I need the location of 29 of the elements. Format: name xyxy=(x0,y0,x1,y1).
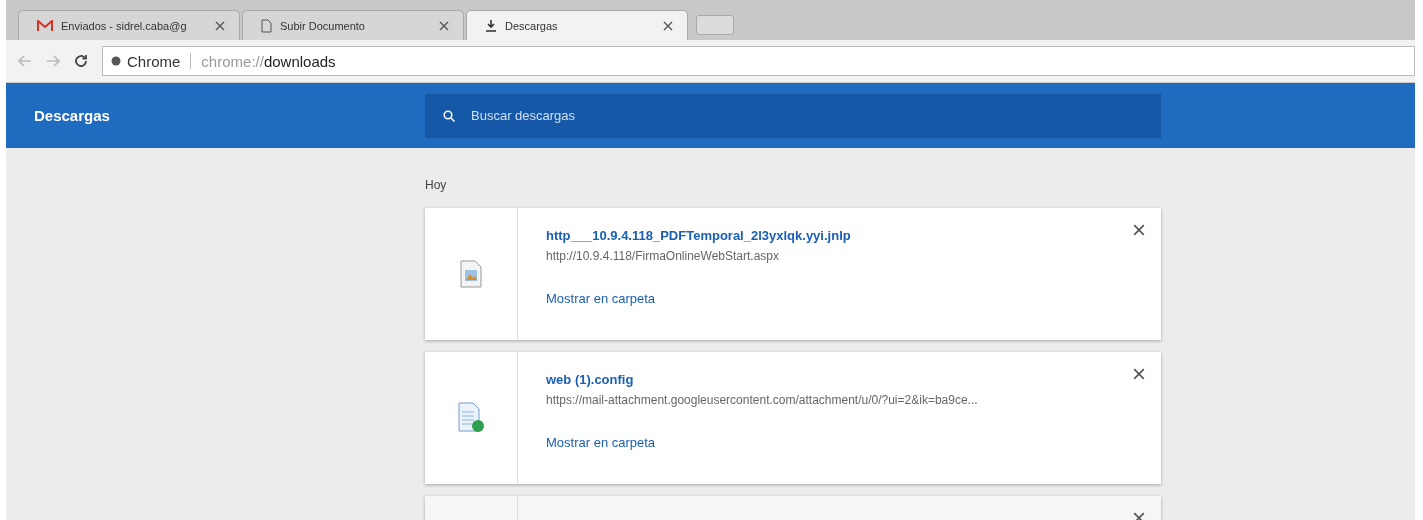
browser-tab[interactable]: Enviados - sidrel.caba@g xyxy=(18,10,240,40)
show-in-folder-link[interactable]: Mostrar en carpeta xyxy=(546,435,656,450)
date-heading: Hoy xyxy=(425,177,448,194)
close-icon[interactable] xyxy=(215,20,225,31)
close-icon[interactable] xyxy=(663,20,673,31)
search-icon xyxy=(443,109,455,122)
url-text: chrome://downloads xyxy=(201,52,336,70)
download-icon xyxy=(485,19,497,32)
site-info-icon[interactable] xyxy=(111,56,121,66)
file-link[interactable]: http___10.9.4.118_PDFTemporal_2l3yxlqk.yyi.jnlp xyxy=(546,228,851,243)
browser-tab[interactable]: Subir Documento xyxy=(242,10,464,40)
source-url: https://mail-attachment.googleusercontent.com/attachment/u/0/?ui=2&ik=ba9ce... xyxy=(546,393,978,407)
search-box[interactable]: Buscar descargas xyxy=(425,93,1161,138)
show-in-folder-link[interactable]: Mostrar en carpeta xyxy=(546,291,656,306)
close-icon[interactable] xyxy=(1133,224,1145,236)
browser-tab[interactable]: Descargas xyxy=(466,10,688,40)
reload-icon[interactable] xyxy=(74,54,88,68)
site-label: Chrome xyxy=(127,52,181,70)
close-icon[interactable] xyxy=(439,20,449,31)
source-url: http://10.9.4.118/FirmaOnlineWebStart.aspx xyxy=(546,249,779,263)
address-bar[interactable]: Chrome chrome://downloads xyxy=(102,46,1415,76)
page-title: Descargas xyxy=(33,107,111,124)
file-link[interactable]: web (1).config xyxy=(546,372,634,387)
mail-icon xyxy=(37,19,53,32)
search-field[interactable]: Buscar descargas xyxy=(469,107,1161,124)
page-icon xyxy=(261,18,272,33)
close-icon[interactable] xyxy=(1133,368,1145,380)
config-file-icon xyxy=(457,402,485,434)
image-file-icon xyxy=(459,260,483,288)
